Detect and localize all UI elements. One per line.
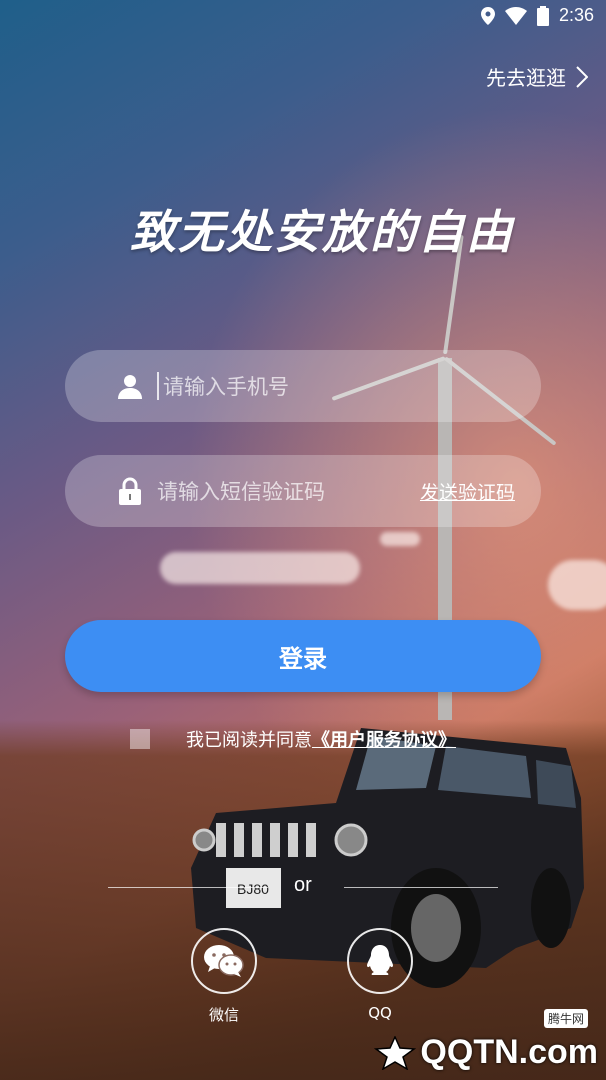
status-time: 2:36	[558, 5, 594, 25]
agreement-text: 我已阅读并同意	[186, 730, 312, 751]
or-label: or	[294, 874, 312, 896]
qq-label: QQ	[368, 1004, 392, 1022]
wechat-icon	[204, 945, 244, 977]
user-icon	[115, 371, 145, 401]
phone-input[interactable]: 请输入手机号	[65, 350, 541, 422]
qq-login-button[interactable]: QQ	[345, 928, 415, 1022]
slogan-title: 致无处安放的自由	[130, 205, 514, 259]
qq-icon	[367, 945, 393, 975]
chevron-right-icon	[576, 65, 588, 88]
watermark-text: QQTN.com	[420, 1033, 598, 1071]
user-agreement-link[interactable]: 《用户服务协议》	[312, 726, 456, 752]
cloud	[160, 552, 360, 584]
watermark: QQTN.com 腾牛网	[374, 1009, 598, 1072]
divider-line	[344, 887, 498, 888]
status-bar: 2:36	[0, 0, 606, 32]
location-icon	[480, 6, 495, 25]
send-code-button[interactable]: 发送验证码	[420, 478, 515, 505]
skip-button[interactable]: 先去逛逛	[486, 62, 588, 91]
cloud	[380, 532, 420, 546]
battery-icon	[536, 5, 549, 26]
phone-placeholder: 请输入手机号	[163, 375, 289, 399]
cloud	[548, 560, 606, 610]
sms-code-input[interactable]: 请输入短信验证码 发送验证码	[65, 455, 541, 527]
wifi-icon	[504, 6, 527, 25]
divider-line	[108, 887, 268, 888]
sms-code-placeholder: 请输入短信验证码	[157, 480, 325, 504]
or-divider: or	[108, 874, 498, 902]
watermark-badge: 腾牛网	[543, 1009, 588, 1028]
wechat-label: 微信	[208, 1006, 239, 1024]
wechat-login-button[interactable]: 微信	[189, 928, 259, 1025]
login-button[interactable]: 登录	[65, 620, 541, 692]
lock-icon	[115, 476, 145, 506]
text-cursor	[157, 372, 159, 400]
star-logo-icon	[374, 1035, 417, 1070]
agreement-row: 我已阅读并同意 《用户服务协议》	[130, 726, 456, 752]
agreement-checkbox[interactable]	[130, 729, 150, 749]
skip-label: 先去逛逛	[486, 66, 566, 90]
